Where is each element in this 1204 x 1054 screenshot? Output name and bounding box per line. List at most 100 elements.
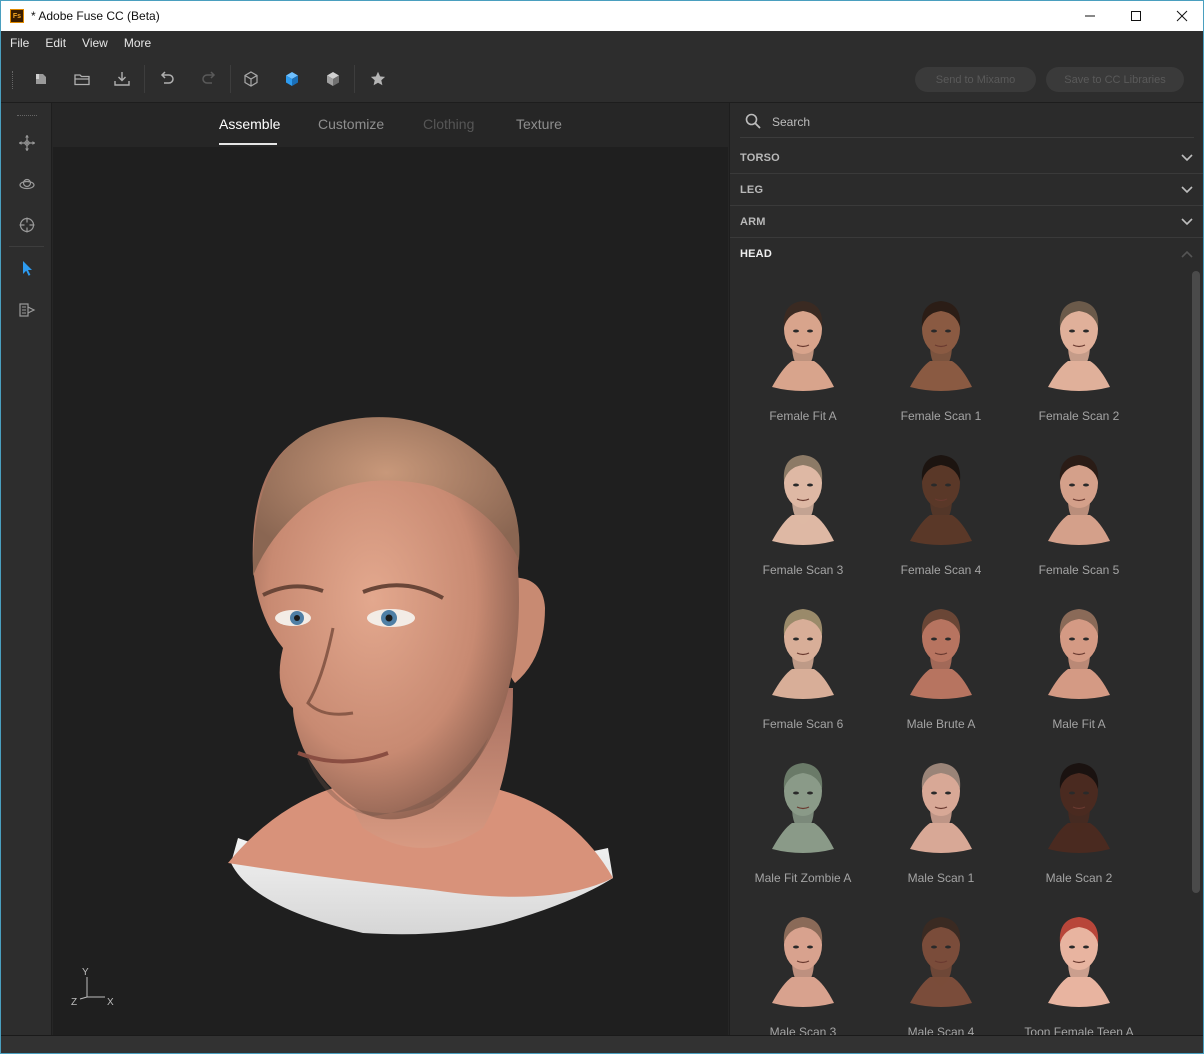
- search-row: [730, 103, 1203, 140]
- head-item-label: Male Brute A: [906, 717, 976, 731]
- head-thumbnail: [1048, 301, 1110, 391]
- head-thumbnail: [910, 301, 972, 391]
- head-item-label: Female Fit A: [769, 409, 837, 423]
- category-torso[interactable]: TORSO: [730, 142, 1203, 174]
- chevron-up-icon: [1181, 250, 1193, 258]
- toolstrip-grip[interactable]: [17, 115, 37, 118]
- category-leg[interactable]: LEG: [730, 174, 1203, 206]
- head-thumbnail: [910, 917, 972, 1007]
- menu-more[interactable]: More: [115, 31, 158, 55]
- head-item[interactable]: Male Scan 3: [738, 887, 868, 1035]
- head-item[interactable]: Toon Female Teen A: [1014, 887, 1144, 1035]
- status-bar: [1, 1035, 1203, 1053]
- tab-customize[interactable]: Customize: [318, 116, 384, 132]
- head-thumbnail: [910, 609, 972, 699]
- shaded-cube-icon: [327, 72, 339, 86]
- head-item-label: Male Scan 3: [769, 1025, 837, 1035]
- search-input[interactable]: [772, 113, 1192, 131]
- head-thumbnail: [772, 455, 834, 545]
- parts-library-panel: TORSO LEG ARM HEAD Female Fit A Female Sc…: [729, 103, 1203, 1035]
- head-thumbnail-grid: Female Fit A Female Scan 1 Female Scan 2 Fe…: [730, 271, 1190, 1035]
- head-item[interactable]: Female Scan 2: [1014, 271, 1144, 423]
- undo-button[interactable]: [155, 67, 179, 91]
- menu-view[interactable]: View: [73, 31, 115, 55]
- head-item[interactable]: Male Scan 1: [876, 733, 1006, 885]
- head-item-label: Female Scan 4: [900, 563, 982, 577]
- app-window: Fs * Adobe Fuse CC (Beta) File Edit View…: [0, 0, 1204, 1054]
- head-item-label: Female Scan 2: [1038, 409, 1120, 423]
- camera-icon: [19, 303, 36, 317]
- head-item[interactable]: Female Scan 4: [876, 425, 1006, 577]
- head-item-label: Male Scan 2: [1045, 871, 1113, 885]
- head-item[interactable]: Male Scan 2: [1014, 733, 1144, 885]
- head-item[interactable]: Female Scan 3: [738, 425, 868, 577]
- menu-edit[interactable]: Edit: [36, 31, 73, 55]
- open-button[interactable]: [70, 67, 94, 91]
- head-item-label: Female Scan 1: [900, 409, 982, 423]
- save-to-cc-libraries-button[interactable]: Save to CC Libraries: [1046, 67, 1184, 92]
- head-item[interactable]: Male Scan 4: [876, 887, 1006, 1035]
- toolbar-grip[interactable]: [12, 71, 15, 89]
- head-item[interactable]: Female Scan 5: [1014, 425, 1144, 577]
- head-item-label: Female Scan 3: [762, 563, 844, 577]
- wireframe-view-button[interactable]: [239, 67, 263, 91]
- move-tool-button[interactable]: [14, 130, 40, 156]
- head-thumbnail: [910, 763, 972, 853]
- camera-tool-button[interactable]: [14, 297, 40, 323]
- 3d-viewport[interactable]: Assemble Customize Clothing Texture Y X …: [53, 103, 728, 1035]
- redo-button[interactable]: [197, 67, 221, 91]
- wireframe-cube-icon: [244, 71, 258, 87]
- axis-gizmo: Y X Z: [71, 967, 114, 1008]
- head-thumbnail: [1048, 763, 1110, 853]
- head-thumbnail: [1048, 455, 1110, 545]
- minimize-button[interactable]: [1067, 1, 1113, 31]
- head-item-label: Male Scan 1: [907, 871, 975, 885]
- favorite-button[interactable]: [366, 67, 390, 91]
- maximize-button[interactable]: [1113, 1, 1159, 31]
- head-item[interactable]: Male Brute A: [876, 579, 1006, 731]
- head-item[interactable]: Male Fit Zombie A: [738, 733, 868, 885]
- head-item-label: Female Scan 5: [1038, 563, 1120, 577]
- focus-tool-button[interactable]: [14, 212, 40, 238]
- category-arm[interactable]: ARM: [730, 206, 1203, 238]
- save-button[interactable]: [110, 67, 134, 91]
- shaded-view-button[interactable]: [321, 67, 345, 91]
- orbit-tool-button[interactable]: [14, 171, 40, 197]
- head-item-label: Female Scan 6: [762, 717, 844, 731]
- head-item[interactable]: Female Scan 1: [876, 271, 1006, 423]
- axis-z-label: Z: [71, 997, 77, 1008]
- head-item-label: Male Fit A: [1052, 717, 1106, 731]
- character-head-model[interactable]: [213, 308, 623, 948]
- close-button[interactable]: [1159, 1, 1203, 31]
- panel-scrollbar[interactable]: [1192, 271, 1200, 893]
- toolbar: Send to Mixamo Save to CC Libraries: [1, 55, 1203, 103]
- category-head[interactable]: HEAD: [730, 238, 1203, 270]
- tab-texture[interactable]: Texture: [516, 116, 562, 132]
- new-document-button[interactable]: [29, 67, 53, 91]
- app-logo-icon: Fs: [10, 9, 24, 23]
- axis-x-label: X: [107, 997, 114, 1008]
- select-tool-button[interactable]: [14, 255, 40, 281]
- close-icon: [1176, 10, 1188, 22]
- head-item[interactable]: Female Scan 6: [738, 579, 868, 731]
- tab-assemble[interactable]: Assemble: [219, 116, 280, 132]
- solid-view-button[interactable]: [280, 67, 304, 91]
- left-tool-strip: [1, 103, 52, 1035]
- title-bar: Fs * Adobe Fuse CC (Beta): [1, 1, 1203, 31]
- menu-file[interactable]: File: [1, 31, 36, 55]
- head-item[interactable]: Female Fit A: [738, 271, 868, 423]
- head-thumbnail: [1048, 609, 1110, 699]
- head-item[interactable]: Male Fit A: [1014, 579, 1144, 731]
- category-label: LEG: [740, 184, 764, 196]
- target-icon: [19, 217, 35, 233]
- undo-icon: [160, 71, 174, 84]
- star-icon: [370, 71, 386, 86]
- category-label: HEAD: [740, 248, 772, 260]
- open-folder-icon: [74, 74, 90, 86]
- menu-bar: File Edit View More: [1, 31, 1203, 55]
- search-icon: [745, 113, 761, 129]
- send-to-mixamo-button[interactable]: Send to Mixamo: [915, 67, 1036, 92]
- chevron-down-icon: [1181, 218, 1193, 226]
- axis-y-label: Y: [82, 967, 89, 978]
- chevron-down-icon: [1181, 154, 1193, 162]
